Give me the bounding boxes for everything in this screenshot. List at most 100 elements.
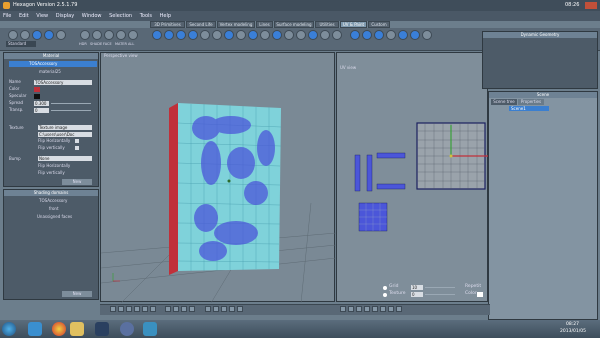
tab-3d-primitives[interactable]: 3D Primitives	[150, 21, 185, 28]
smudge-icon[interactable]	[398, 30, 408, 40]
texture-flip-h-checkbox[interactable]	[75, 139, 79, 143]
hexagon-task-icon[interactable]	[143, 322, 157, 336]
uv-texture-field[interactable]: 0	[411, 292, 423, 297]
start-icon[interactable]	[2, 322, 16, 336]
shading-item-tosaccessory[interactable]: TOSAccessory	[9, 198, 97, 204]
smooth-icon[interactable]	[260, 30, 270, 40]
tab-second-life[interactable]: Second Life	[186, 21, 216, 28]
transp-slider[interactable]	[51, 110, 91, 111]
tab-vertex-modeling[interactable]: Vertex modeling	[217, 21, 255, 28]
menu-selection[interactable]: Selection	[106, 11, 135, 21]
smooth-shade-icon[interactable]	[173, 306, 179, 312]
select-icon[interactable]	[8, 30, 18, 40]
specular-swatch[interactable]	[34, 94, 40, 99]
pin-icon[interactable]	[308, 30, 318, 40]
picker-icon[interactable]	[410, 30, 420, 40]
color-swatch[interactable]	[34, 87, 40, 92]
lock-icon[interactable]	[236, 30, 246, 40]
uv-unfold-icon[interactable]	[164, 30, 174, 40]
uv-project-icon[interactable]	[152, 30, 162, 40]
view-left-icon[interactable]	[126, 306, 132, 312]
uv-texture-slider[interactable]	[425, 294, 455, 295]
spread-field[interactable]: 0.300	[34, 101, 49, 106]
grid-toggle-icon[interactable]	[221, 306, 227, 312]
lighting-icon[interactable]	[189, 306, 195, 312]
texture-type-dropdown[interactable]: Texture image	[38, 125, 92, 130]
shading-item-unassigned[interactable]: Unassigned faces	[9, 214, 97, 220]
tab-lines[interactable]: Lines	[256, 21, 273, 28]
uv-vertex-icon[interactable]	[372, 306, 378, 312]
symmetry-icon[interactable]	[213, 306, 219, 312]
scene-tree-item[interactable]: Scene1	[509, 106, 549, 111]
tab-scene-tree[interactable]: Scene tree	[491, 99, 517, 105]
weld-icon[interactable]	[320, 30, 330, 40]
view-front-icon[interactable]	[110, 306, 116, 312]
texture-path-field[interactable]: C:\users\user\Doc	[38, 132, 92, 137]
standard-dropdown[interactable]: Standard	[6, 41, 36, 47]
axis-icon[interactable]	[229, 306, 235, 312]
tab-surface-modeling[interactable]: Surface modeling	[274, 21, 314, 28]
rotate-icon[interactable]	[32, 30, 42, 40]
wireframe-icon[interactable]	[165, 306, 171, 312]
grid-slider[interactable]	[425, 287, 455, 288]
transp-field[interactable]: 0	[34, 108, 49, 113]
uv-map-icon[interactable]	[188, 30, 198, 40]
app-u-icon[interactable]	[120, 322, 134, 336]
grid-radio[interactable]	[383, 286, 387, 290]
clone-icon[interactable]	[386, 30, 396, 40]
shade-icon[interactable]	[92, 30, 102, 40]
perspective-viewport[interactable]: Perspective view	[100, 52, 336, 303]
tab-properties[interactable]: Properties	[518, 99, 544, 105]
paint-brush-icon[interactable]	[200, 30, 210, 40]
menu-tools[interactable]: Tools	[137, 11, 155, 21]
menu-view[interactable]: View	[33, 11, 51, 21]
layer-icon[interactable]	[422, 30, 432, 40]
cut-icon[interactable]	[332, 30, 342, 40]
uv-color-swatch[interactable]	[477, 292, 483, 297]
tab-utilities[interactable]: Utilities	[315, 21, 339, 28]
uv-viewport[interactable]: UV view Grid 10 Texture 0 Repetit Color	[336, 52, 489, 302]
bake-icon[interactable]	[224, 30, 234, 40]
name-field[interactable]: TOSAccessory	[34, 80, 92, 85]
hdr-icon[interactable]	[80, 30, 90, 40]
explorer-icon[interactable]	[70, 322, 84, 336]
menu-display[interactable]: Display	[53, 11, 77, 21]
close-icon[interactable]	[585, 2, 597, 9]
view-bottom-icon[interactable]	[150, 306, 156, 312]
snap-icon[interactable]	[205, 306, 211, 312]
bump-dropdown[interactable]: None	[38, 156, 92, 161]
all-icon[interactable]	[128, 30, 138, 40]
stroke-icon[interactable]	[248, 30, 258, 40]
camera-icon[interactable]	[237, 306, 243, 312]
download-icon[interactable]	[95, 322, 109, 336]
menu-edit[interactable]: Edit	[16, 11, 32, 21]
tab-custom[interactable]: Custom	[368, 21, 390, 28]
erase-icon[interactable]	[374, 30, 384, 40]
wrap-icon[interactable]	[272, 30, 282, 40]
uv-pan-icon[interactable]	[348, 306, 354, 312]
uv-seam-icon[interactable]	[176, 30, 186, 40]
textured-icon[interactable]	[181, 306, 187, 312]
fill-icon[interactable]	[362, 30, 372, 40]
material-item-tosaccessory[interactable]: TOSAccessory	[9, 61, 97, 67]
relax-icon[interactable]	[296, 30, 306, 40]
grid-field[interactable]: 10	[411, 285, 423, 290]
uv-edge-icon[interactable]	[380, 306, 386, 312]
view-back-icon[interactable]	[118, 306, 124, 312]
uv-select-icon[interactable]	[364, 306, 370, 312]
view-right-icon[interactable]	[134, 306, 140, 312]
material-item-material25[interactable]: material25	[9, 69, 97, 75]
paint-icon[interactable]	[350, 30, 360, 40]
texture-radio[interactable]	[383, 293, 387, 297]
texture-icon[interactable]	[212, 30, 222, 40]
menu-file[interactable]: File	[0, 11, 14, 21]
spread-slider[interactable]	[51, 103, 91, 104]
tab-uv-paint[interactable]: UV & Paint	[340, 21, 367, 28]
texture-flip-v-checkbox[interactable]	[75, 146, 79, 150]
universal-icon[interactable]	[56, 30, 66, 40]
scale-icon[interactable]	[44, 30, 54, 40]
flatten-icon[interactable]	[284, 30, 294, 40]
chrome-icon[interactable]	[52, 322, 66, 336]
material-icon[interactable]	[116, 30, 126, 40]
view-top-icon[interactable]	[142, 306, 148, 312]
